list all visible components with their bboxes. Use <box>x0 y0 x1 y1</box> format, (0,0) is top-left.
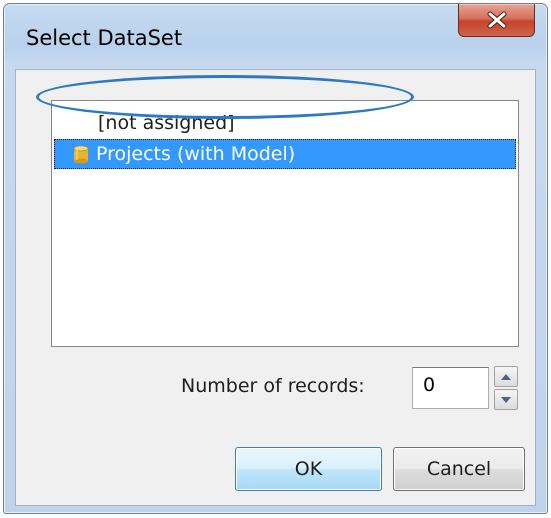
list-item[interactable]: [not assigned] <box>54 109 516 139</box>
records-input[interactable]: 0 <box>412 367 489 409</box>
ok-button[interactable]: OK <box>235 447 382 491</box>
window-title: Select DataSet <box>26 26 183 50</box>
close-x-icon <box>487 11 506 29</box>
chevron-down-icon <box>501 396 511 403</box>
database-cylinder-icon <box>73 145 89 164</box>
close-button[interactable] <box>458 4 535 37</box>
records-label: Number of records: <box>181 375 365 397</box>
list-item-selected[interactable]: Projects (with Model) <box>54 139 516 169</box>
cancel-button[interactable]: Cancel <box>393 447 525 491</box>
list-item-label: Projects (with Model) <box>96 143 296 165</box>
spin-down-button[interactable] <box>494 389 518 410</box>
dataset-listbox[interactable]: [not assigned] Projects (with Model) <box>51 100 519 347</box>
dialog-window: Select DataSet [not assigned] Projects (… <box>3 3 548 514</box>
chevron-up-icon <box>501 373 511 380</box>
dialog-body: [not assigned] Projects (with Model) Num… <box>15 69 536 506</box>
list-item-label: [not assigned] <box>98 112 235 134</box>
spin-up-button[interactable] <box>494 366 518 387</box>
records-spinner[interactable] <box>494 366 518 410</box>
